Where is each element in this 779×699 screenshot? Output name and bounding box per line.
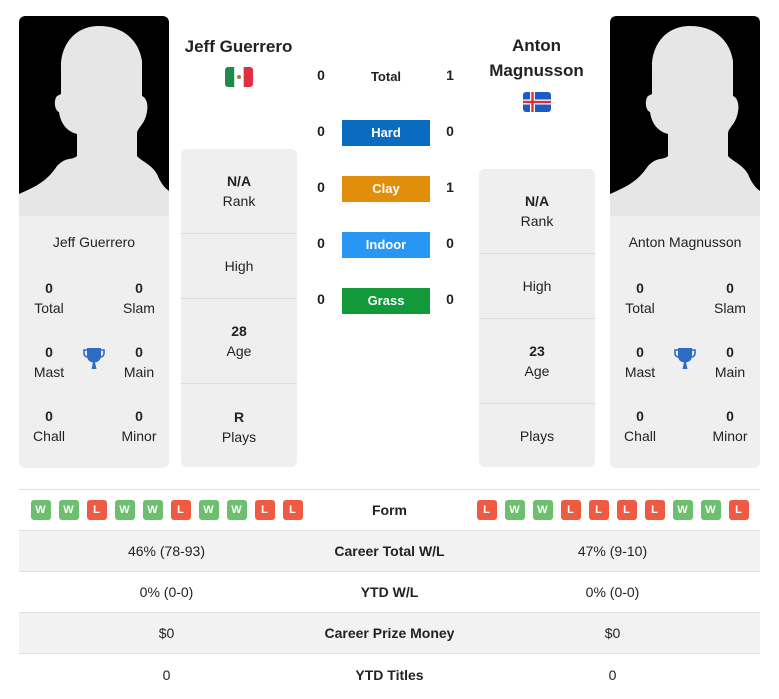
row-label: YTD W/L <box>360 584 419 600</box>
player2-info-card: N/A Rank High 23 Age Plays <box>479 169 595 467</box>
comparison-table: WWLWWLWWLL Form LWWLLLLWWL 46% (78-93) C… <box>19 489 760 695</box>
player1-chall-titles: 0 Chall <box>33 408 65 444</box>
h2h-total-label: Total <box>370 69 402 84</box>
h2h-indoor-p1: 0 <box>317 235 325 251</box>
form-badge[interactable]: L <box>588 500 609 520</box>
player2-card: Anton Magnusson 0 Total 0 Slam 0 Mast 0 Main… <box>610 16 760 468</box>
player1-card: Jeff Guerrero 0 Total 0 Slam 0 Mast 0 Main 0… <box>19 16 169 468</box>
player1-form: WWLWWLWWLL <box>19 500 314 520</box>
table-row: 0% (0-0) YTD W/L 0% (0-0) <box>19 572 760 613</box>
player2-card-name: Anton Magnusson <box>628 234 742 250</box>
form-badge[interactable]: L <box>254 500 275 520</box>
h2h-grass-p1: 0 <box>317 291 325 307</box>
form-badge[interactable]: L <box>644 500 665 520</box>
player2-mast-titles: 0 Mast <box>624 344 656 380</box>
player1-rank: N/A Rank <box>181 149 297 234</box>
player1-slam-titles: 0 Slam <box>123 280 155 316</box>
trophy-icon <box>81 346 107 372</box>
surface-grass-badge: Grass <box>342 288 430 314</box>
form-badge[interactable]: W <box>504 500 525 520</box>
table-row: 46% (78-93) Career Total W/L 47% (9-10) <box>19 531 760 572</box>
h2h-grass-p2: 0 <box>446 291 454 307</box>
table-row: 0 YTD Titles 0 <box>19 654 760 695</box>
row-label: Career Total W/L <box>334 543 445 559</box>
player2-value: 47% (9-10) <box>577 543 648 559</box>
player1-value: 46% (78-93) <box>127 543 206 559</box>
player1-info-card: N/A Rank High 28 Age R Plays <box>181 149 297 467</box>
form-badge[interactable]: W <box>198 500 219 520</box>
iceland-flag-icon <box>523 92 551 112</box>
h2h-total-p2: 1 <box>446 67 454 83</box>
player2-title[interactable]: Anton Magnusson <box>468 33 605 83</box>
form-badge[interactable]: L <box>282 500 303 520</box>
player1-main-titles: 0 Main <box>123 344 155 380</box>
player2-main-titles: 0 Main <box>714 344 746 380</box>
player2-total-titles: 0 Total <box>625 280 655 316</box>
player2-minor-titles: 0 Minor <box>712 408 748 444</box>
player1-card-name: Jeff Guerrero <box>52 234 136 250</box>
player1-mast-titles: 0 Mast <box>33 344 65 380</box>
form-badge[interactable]: L <box>170 500 191 520</box>
form-badge[interactable]: W <box>30 500 51 520</box>
row-label: Form <box>372 502 407 518</box>
form-badge[interactable]: W <box>700 500 721 520</box>
h2h-clay-p2: 1 <box>446 179 454 195</box>
player1-value: 0% (0-0) <box>139 584 194 600</box>
player2-plays: Plays <box>519 427 555 444</box>
form-badge[interactable]: W <box>672 500 693 520</box>
form-badge[interactable]: W <box>58 500 79 520</box>
player2-slam-titles: 0 Slam <box>714 280 746 316</box>
player2-value: 0% (0-0) <box>585 584 640 600</box>
player1-minor-titles: 0 Minor <box>121 408 157 444</box>
silhouette-icon <box>610 26 760 216</box>
form-badge[interactable]: L <box>616 500 637 520</box>
row-label: YTD Titles <box>355 666 424 683</box>
table-row: $0 Career Prize Money $0 <box>19 613 760 654</box>
form-badge[interactable]: L <box>728 500 749 520</box>
silhouette-icon <box>19 26 169 216</box>
form-badge[interactable]: L <box>560 500 581 520</box>
player2-rank: N/A Rank <box>479 169 595 254</box>
form-row: WWLWWLWWLL Form LWWLLLLWWL <box>19 490 760 531</box>
surface-hard-badge: Hard <box>342 120 430 146</box>
player1-photo <box>19 16 169 216</box>
player2-value: 0 <box>608 666 617 683</box>
h2h-hard-p1: 0 <box>317 123 325 139</box>
surface-indoor-badge: Indoor <box>342 232 430 258</box>
h2h-clay-p1: 0 <box>317 179 325 195</box>
form-badge[interactable]: W <box>532 500 553 520</box>
player2-age: 23 Age <box>479 319 595 404</box>
form-badge[interactable]: W <box>114 500 135 520</box>
h2h-indoor-p2: 0 <box>446 235 454 251</box>
surface-clay-badge: Clay <box>342 176 430 202</box>
form-badge[interactable]: L <box>86 500 107 520</box>
player2-high: High <box>479 254 595 319</box>
player1-plays: R Plays <box>221 408 257 445</box>
form-badge[interactable]: W <box>142 500 163 520</box>
h2h-total-p1: 0 <box>317 67 325 83</box>
player2-chall-titles: 0 Chall <box>624 408 656 444</box>
mexico-flag-icon <box>225 67 253 87</box>
player1-value: $0 <box>158 625 175 641</box>
player2-form: LWWLLLLWWL <box>465 500 760 520</box>
player1-title[interactable]: Jeff Guerrero <box>170 34 307 59</box>
player2-value: $0 <box>604 625 621 641</box>
form-badge[interactable]: W <box>226 500 247 520</box>
player2-photo <box>610 16 760 216</box>
player1-total-titles: 0 Total <box>34 280 64 316</box>
player1-age: 28 Age <box>181 299 297 384</box>
row-label: Career Prize Money <box>324 625 455 641</box>
player1-high: High <box>181 234 297 299</box>
trophy-icon <box>672 346 698 372</box>
player1-value: 0 <box>162 666 171 683</box>
h2h-hard-p2: 0 <box>446 123 454 139</box>
form-badge[interactable]: L <box>476 500 497 520</box>
